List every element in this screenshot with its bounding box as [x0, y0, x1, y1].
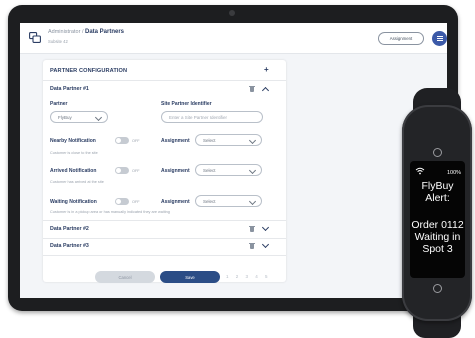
breadcrumb-parent-link[interactable]: Administrator: [48, 29, 80, 35]
divider: [43, 220, 286, 221]
site-id-label: Site Partner Identifier: [161, 101, 212, 107]
waiting-notification-label: Waiting Notification: [50, 199, 97, 205]
divider: [43, 238, 286, 239]
card-title: PARTNER CONFIGURATION: [50, 68, 128, 74]
nearby-helper-text: Customer is close to the site: [50, 151, 98, 155]
alert-title-line: Alert:: [425, 192, 450, 204]
page-subtitle: Subsite 42: [48, 39, 68, 44]
alert-message: Order 0112 Waiting in Spot 3: [410, 219, 465, 255]
divider: [43, 80, 286, 81]
app-logo-icon: [29, 32, 41, 43]
waiting-toggle-state: OFF: [132, 200, 140, 204]
nearby-toggle[interactable]: [115, 137, 129, 144]
nearby-assignment-label: Assignment: [161, 138, 190, 144]
pagination[interactable]: 1 2 3 4 5: [226, 274, 271, 279]
nearby-assignment-select[interactable]: Select: [195, 134, 262, 146]
chevron-down-icon: [94, 113, 103, 122]
page-title: Data Partners: [85, 29, 125, 35]
menu-button[interactable]: [432, 31, 447, 46]
arrived-assignment-value: Select: [203, 167, 216, 173]
arrived-helper-text: Customer has arrived at the site: [50, 180, 104, 184]
band-button-icon[interactable]: [433, 284, 442, 293]
wifi-icon: [415, 167, 425, 175]
waiting-toggle[interactable]: [115, 198, 129, 205]
breadcrumb: Administrator / Data Partners: [48, 29, 124, 35]
data-partner-2-title[interactable]: Data Partner #2: [50, 226, 89, 232]
partner-select[interactable]: FlyBuy: [50, 111, 108, 123]
alert-line: Spot 3: [422, 243, 453, 255]
chevron-down-icon[interactable]: [261, 240, 270, 249]
tablet-camera: [229, 10, 235, 16]
partner-config-card: PARTNER CONFIGURATION + Data Partner #1 …: [43, 60, 286, 282]
nearby-toggle-state: OFF: [132, 139, 140, 143]
alert-line: Order 0112: [411, 219, 464, 231]
trash-icon[interactable]: [249, 242, 255, 249]
arrived-notification-label: Arrived Notification: [50, 168, 97, 174]
site-id-input[interactable]: Enter a Site Partner Identifier: [161, 111, 263, 123]
nearby-assignment-value: Select: [203, 137, 216, 143]
breadcrumb-separator: /: [81, 29, 84, 35]
chevron-down-icon: [248, 166, 257, 175]
tablet-screen: Administrator / Data Partners Subsite 42…: [20, 23, 447, 298]
arrived-assignment-label: Assignment: [161, 168, 190, 174]
chevron-down-icon[interactable]: [261, 223, 270, 232]
arrived-toggle-state: OFF: [132, 169, 140, 173]
hamburger-icon: [436, 38, 443, 39]
data-partner-1-title[interactable]: Data Partner #1: [50, 86, 89, 92]
band-display: 100% FlyBuy Alert: Order 0112 Waiting in…: [410, 161, 465, 278]
alert-line: Waiting in: [414, 231, 461, 243]
waiting-assignment-value: Select: [203, 198, 216, 204]
divider: [43, 255, 286, 256]
alert-title-line: FlyBuy: [421, 180, 454, 192]
alert-title: FlyBuy Alert:: [410, 180, 465, 204]
add-partner-button[interactable]: +: [264, 65, 269, 74]
app-header: Administrator / Data Partners Subsite 42…: [20, 23, 447, 54]
battery-level: 100%: [447, 170, 462, 176]
arrived-toggle[interactable]: [115, 167, 129, 174]
trash-icon[interactable]: [249, 85, 255, 92]
save-button[interactable]: Save: [160, 271, 220, 283]
assignment-button[interactable]: Assignment: [378, 32, 424, 45]
partner-label: Partner: [50, 101, 68, 107]
chevron-down-icon: [248, 197, 257, 206]
waiting-helper-text: Customer is in a pickup area or has manu…: [50, 210, 170, 214]
cancel-button[interactable]: Cancel: [95, 271, 155, 283]
partner-select-value: FlyBuy: [58, 114, 72, 120]
chevron-up-icon[interactable]: [261, 86, 270, 95]
band-sensor-top-icon: [433, 148, 442, 157]
waiting-assignment-select[interactable]: Select: [195, 195, 262, 207]
data-partner-3-title[interactable]: Data Partner #3: [50, 243, 89, 249]
arrived-assignment-select[interactable]: Select: [195, 164, 262, 176]
trash-icon[interactable]: [249, 225, 255, 232]
waiting-assignment-label: Assignment: [161, 199, 190, 205]
chevron-down-icon: [248, 136, 257, 145]
nearby-notification-label: Nearby Notification: [50, 138, 96, 144]
